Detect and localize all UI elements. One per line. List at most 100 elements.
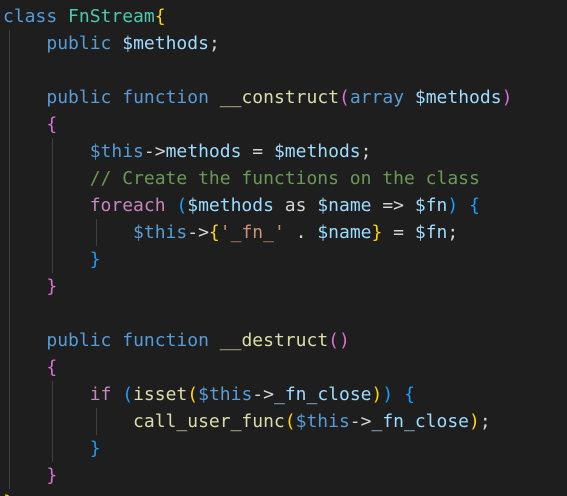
this-keyword-token: $this xyxy=(133,222,188,243)
punctuation-token xyxy=(404,87,415,108)
bracket-token: { xyxy=(469,195,480,216)
punctuation-token xyxy=(3,276,46,297)
bracket-token: } xyxy=(89,438,101,459)
code-line[interactable]: $this->{'_fn_' . $name} = $fn; xyxy=(3,219,512,246)
this-keyword-token: $this xyxy=(295,411,350,432)
code-line[interactable]: } xyxy=(3,246,512,273)
punctuation-token: ; xyxy=(360,141,372,162)
punctuation-token xyxy=(3,141,90,162)
this-keyword-token: $this xyxy=(198,384,253,405)
bracket-token: ) xyxy=(382,384,394,405)
punctuation-token xyxy=(3,33,46,54)
punctuation-token: -> xyxy=(349,411,372,432)
bracket-token: ( xyxy=(187,384,199,405)
code-line[interactable]: } xyxy=(3,273,512,300)
code-line[interactable]: foreach ($methods as $name => $fn) { xyxy=(3,192,512,219)
code-line[interactable] xyxy=(3,57,512,84)
punctuation-token: . xyxy=(284,222,318,243)
punctuation-token: -> xyxy=(143,141,166,162)
punctuation-token xyxy=(3,195,90,216)
code-line[interactable]: // Create the functions on the class xyxy=(3,165,512,192)
punctuation-token xyxy=(3,114,46,135)
punctuation-token xyxy=(3,222,133,243)
punctuation-token: -> xyxy=(187,222,209,243)
variable-token: $name xyxy=(317,222,372,243)
variable-token: methods xyxy=(165,141,242,162)
control-keyword-token: foreach xyxy=(89,195,166,216)
punctuation-token xyxy=(209,330,220,351)
punctuation-token xyxy=(3,330,46,351)
bracket-token: ) xyxy=(469,411,480,432)
code-line[interactable]: } xyxy=(3,462,512,489)
bracket-token: ) xyxy=(371,384,383,405)
punctuation-token xyxy=(57,6,68,27)
punctuation-token xyxy=(3,438,90,459)
this-keyword-token: $this xyxy=(89,141,144,162)
variable-token: _fn_close xyxy=(371,411,470,432)
punctuation-token: = xyxy=(241,141,274,162)
code-line[interactable]: call_user_func($this->_fn_close); xyxy=(3,408,512,435)
code-line[interactable]: { xyxy=(3,354,512,381)
variable-token: $name xyxy=(317,195,372,216)
bracket-token: { xyxy=(154,6,166,27)
control-keyword-token: if xyxy=(89,384,112,405)
bracket-token: { xyxy=(208,222,220,243)
punctuation-token xyxy=(3,168,90,189)
punctuation-token xyxy=(3,249,90,270)
punctuation-token xyxy=(3,384,90,405)
bracket-token: ( xyxy=(339,87,350,108)
keyword-token: function xyxy=(122,87,209,108)
variable-token: $methods xyxy=(273,141,361,162)
variable-token: _fn_close xyxy=(273,384,372,405)
punctuation-token xyxy=(111,87,122,108)
code-line[interactable]: } xyxy=(3,489,512,496)
code-line[interactable] xyxy=(3,300,512,327)
string-token: '_fn_' xyxy=(219,222,285,243)
bracket-token: ) xyxy=(447,195,459,216)
punctuation-token xyxy=(458,195,469,216)
code-line[interactable]: public function __construct(array $metho… xyxy=(3,84,512,111)
bracket-token: } xyxy=(46,465,58,486)
bracket-token: ( xyxy=(122,384,134,405)
variable-token: $methods xyxy=(414,87,502,108)
bracket-token: } xyxy=(89,249,101,270)
punctuation-token xyxy=(111,330,122,351)
comment-token: // Create the functions on the class xyxy=(89,168,480,189)
code-line[interactable]: public function __destruct() xyxy=(3,327,512,354)
code-line[interactable]: public $methods; xyxy=(3,30,512,57)
punctuation-token xyxy=(166,195,177,216)
keyword-token: function xyxy=(122,330,209,351)
variable-token: $fn xyxy=(414,195,448,216)
code-line[interactable]: if (isset($this->_fn_close)) { xyxy=(3,381,512,408)
punctuation-token xyxy=(3,465,46,486)
bracket-token: } xyxy=(46,276,58,297)
bracket-token: { xyxy=(46,357,58,378)
punctuation-token: ; xyxy=(479,411,491,432)
code-line[interactable]: $this->methods = $methods; xyxy=(3,138,512,165)
keyword-token: array xyxy=(349,87,405,108)
code-editor[interactable]: class FnStream{ public $methods; public … xyxy=(0,0,567,496)
punctuation-token: ; xyxy=(208,33,220,54)
punctuation-token xyxy=(3,87,46,108)
code-line[interactable]: } xyxy=(3,435,512,462)
code-line[interactable]: class FnStream{ xyxy=(3,3,512,30)
punctuation-token: => xyxy=(371,195,415,216)
bracket-token: ( xyxy=(284,411,296,432)
code-line[interactable]: { xyxy=(3,111,512,138)
bracket-token: } xyxy=(3,492,14,496)
bracket-token: ) xyxy=(501,87,513,108)
keyword-token: class xyxy=(3,6,58,27)
function-name-token: call_user_func xyxy=(133,411,285,432)
bracket-token: ( xyxy=(176,195,188,216)
punctuation-token: as xyxy=(273,195,318,216)
punctuation-token: -> xyxy=(252,384,274,405)
bracket-token: { xyxy=(404,384,415,405)
function-name-token: __construct xyxy=(219,87,339,108)
keyword-token: public xyxy=(46,33,112,54)
bracket-token: } xyxy=(371,222,383,243)
code-area[interactable]: class FnStream{ public $methods; public … xyxy=(3,3,512,496)
keyword-token: public xyxy=(46,87,112,108)
variable-token: $fn xyxy=(414,222,448,243)
bracket-token: { xyxy=(46,114,58,135)
variable-token: $methods xyxy=(122,33,209,54)
